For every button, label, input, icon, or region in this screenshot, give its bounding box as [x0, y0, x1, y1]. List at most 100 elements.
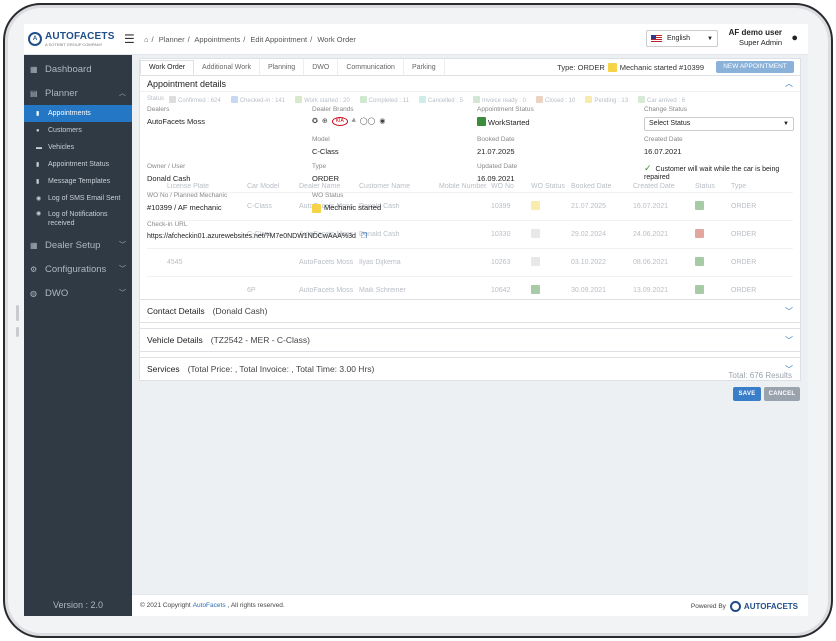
- user-name: AF demo user: [728, 28, 782, 37]
- language-value: English: [667, 35, 690, 42]
- tab-planning[interactable]: Planning: [260, 59, 305, 75]
- legend-item[interactable]: Cancelled : 5: [418, 96, 468, 104]
- sidebar-item-dwo[interactable]: ◍ DWO ﹀: [24, 281, 132, 305]
- tab-work-order[interactable]: Work Order: [140, 60, 195, 75]
- column-header[interactable]: Type: [731, 183, 761, 190]
- breadcrumb-appointments[interactable]: Appointments: [194, 35, 240, 44]
- cell-wo-status: [531, 229, 571, 240]
- cell-status: [695, 229, 731, 240]
- save-button[interactable]: SAVE: [733, 387, 761, 401]
- sidebar-item-notifications-log[interactable]: ◉ Log of Notifications received: [24, 207, 132, 231]
- copyright-suffix: , All rights reserved.: [227, 602, 285, 609]
- sidebar-item-appointment-status[interactable]: ▮ Appointment Status: [24, 156, 132, 173]
- side-button: [16, 327, 19, 337]
- cell-customer: Ilyas Dijkema: [359, 259, 401, 266]
- sidebar-item-label: Dashboard: [45, 63, 92, 75]
- column-header[interactable]: Customer Name: [359, 183, 439, 190]
- cell-created: 13.09.2021: [633, 287, 669, 294]
- column-header[interactable]: Car Model: [247, 183, 299, 190]
- legend-item[interactable]: Pending : 13: [585, 96, 633, 104]
- legend-item[interactable]: Completed : 11: [359, 96, 414, 104]
- toyota-logo-icon: ⊕: [321, 118, 328, 125]
- cell-wo: 10263: [491, 259, 511, 266]
- wo-status-swatch: [531, 285, 540, 294]
- cell-type: ORDER: [731, 203, 757, 210]
- tab-parking[interactable]: Parking: [404, 59, 445, 75]
- sidebar-item-dashboard[interactable]: ▦ Dashboard: [24, 57, 132, 81]
- legend-item[interactable]: Confirmed : 624: [169, 96, 226, 104]
- column-header[interactable]: Dealer Name: [299, 183, 359, 190]
- cell-model: C-Class: [247, 203, 272, 210]
- legend-item[interactable]: Checked-in : 141: [230, 96, 290, 104]
- appointment-details-header[interactable]: Appointment details ︿: [140, 76, 800, 92]
- chat-icon: ◉: [36, 196, 42, 202]
- cell-wo-status: [531, 285, 571, 296]
- user-icon[interactable]: ●: [791, 32, 798, 44]
- sidebar-item-message-templates[interactable]: ▮ Message Templates: [24, 173, 132, 190]
- copy-icon[interactable]: ❐: [361, 233, 367, 240]
- change-status-select[interactable]: Select Status ▼: [644, 117, 794, 131]
- home-icon[interactable]: ⌂: [144, 35, 149, 44]
- legend-item[interactable]: Work started : 20: [295, 96, 355, 104]
- column-header[interactable]: Created Date: [633, 183, 695, 190]
- sidebar-item-vehicles[interactable]: ▬ Vehicles: [24, 139, 132, 156]
- column-header[interactable]: License Plate: [147, 183, 247, 190]
- language-select[interactable]: English ▼: [646, 30, 718, 47]
- car-icon: ▬: [36, 144, 42, 151]
- users-icon: ●: [36, 127, 40, 134]
- sidebar-item-label: Planner: [45, 87, 78, 99]
- owner-label: Owner / User: [147, 163, 186, 170]
- services-section[interactable]: Services (Total Price: , Total Invoice: …: [139, 357, 801, 381]
- wo-status-value: Mechanic started: [312, 203, 381, 213]
- cell-created: 24.06.2021: [633, 231, 669, 238]
- column-header[interactable]: Mobile Number: [439, 183, 491, 190]
- cancel-button[interactable]: CANCEL: [764, 387, 800, 401]
- tab-communication[interactable]: Communication: [338, 59, 404, 75]
- copyright-link[interactable]: AutoFacets: [193, 602, 226, 609]
- tab-bar: Work Order Additional Work Planning DWO …: [140, 59, 800, 76]
- sidebar-item-planner[interactable]: ▤ Planner ︿: [24, 81, 132, 105]
- sidebar-item-configurations[interactable]: ⚙ Configurations ﹀: [24, 257, 132, 281]
- section-title: Vehicle Details: [147, 335, 203, 345]
- change-status-value: Select Status: [649, 120, 691, 127]
- vehicle-details-section[interactable]: Vehicle Details (TZ2542 - MER - C-Class)…: [139, 328, 801, 352]
- chevron-down-icon: ﹀: [119, 242, 126, 249]
- sidebar-item-appointments[interactable]: ▮ Appointments: [24, 105, 132, 122]
- appointment-status-value: WorkStarted: [477, 117, 530, 127]
- cell-booked: 21.07.2025: [571, 203, 607, 210]
- table-row[interactable]: 4545 AutoFacets Moss Ilyas Dijkema 10263 03.…: [147, 249, 793, 277]
- sidebar-item-customers[interactable]: ● Customers: [24, 122, 132, 139]
- powered-by-logo-text: AUTOFACETS: [743, 602, 798, 611]
- wo-value: #10399 / AF mechanic: [147, 203, 222, 212]
- column-header[interactable]: WO Status: [531, 183, 571, 190]
- type-field-label: Type: [312, 163, 327, 170]
- tab-dwo[interactable]: DWO: [304, 59, 339, 75]
- section-title: Appointment details: [147, 78, 227, 89]
- legend-item[interactable]: Car arrived : 6: [638, 96, 690, 104]
- table-row[interactable]: C-Class AutoFacets Moss Donald Cash 10399 21…: [147, 193, 793, 221]
- cell-model: 6P: [247, 287, 256, 294]
- checkin-url[interactable]: https://afcheckin01.azurewebsites.net/?M…: [147, 232, 367, 240]
- column-header[interactable]: Booked Date: [571, 183, 633, 190]
- sidebar-item-dealer-setup[interactable]: ▦ Dealer Setup ﹀: [24, 233, 132, 257]
- breadcrumb-planner[interactable]: Planner: [159, 35, 185, 44]
- audi-logo-icon: ◯◯: [359, 118, 376, 125]
- sidebar-item-sms-log[interactable]: ◉ Log of SMS Email Sent: [24, 190, 132, 207]
- sidebar-item-label: Message Templates: [48, 178, 111, 185]
- hamburger-menu-icon[interactable]: ☰: [124, 32, 135, 46]
- logo[interactable]: A AUTOFACETS A SOTEBIT GROUP COMPANY: [24, 24, 132, 55]
- new-appointment-button[interactable]: NEW APPOINTMENT: [716, 61, 794, 73]
- breadcrumb-edit-appointment[interactable]: Edit Appointment: [250, 35, 307, 44]
- legend-item[interactable]: Closed : 10: [535, 96, 580, 104]
- user-info[interactable]: AF demo user Super Admin: [729, 28, 782, 48]
- contact-details-section[interactable]: Contact Details (Donald Cash) ﹀: [139, 299, 801, 323]
- chevron-down-icon: ▼: [783, 121, 789, 127]
- column-header[interactable]: Status: [695, 183, 731, 190]
- tab-additional-work[interactable]: Additional Work: [194, 59, 260, 75]
- legend-item[interactable]: Invoice ready : 0: [472, 96, 531, 104]
- status-swatch: [695, 257, 704, 266]
- order-status: Mechanic started: [619, 63, 677, 72]
- main-content: Work Order Additional Work Planning DWO …: [132, 55, 808, 594]
- column-header[interactable]: WO No: [491, 183, 531, 190]
- wo-status-text: Mechanic started: [324, 203, 382, 212]
